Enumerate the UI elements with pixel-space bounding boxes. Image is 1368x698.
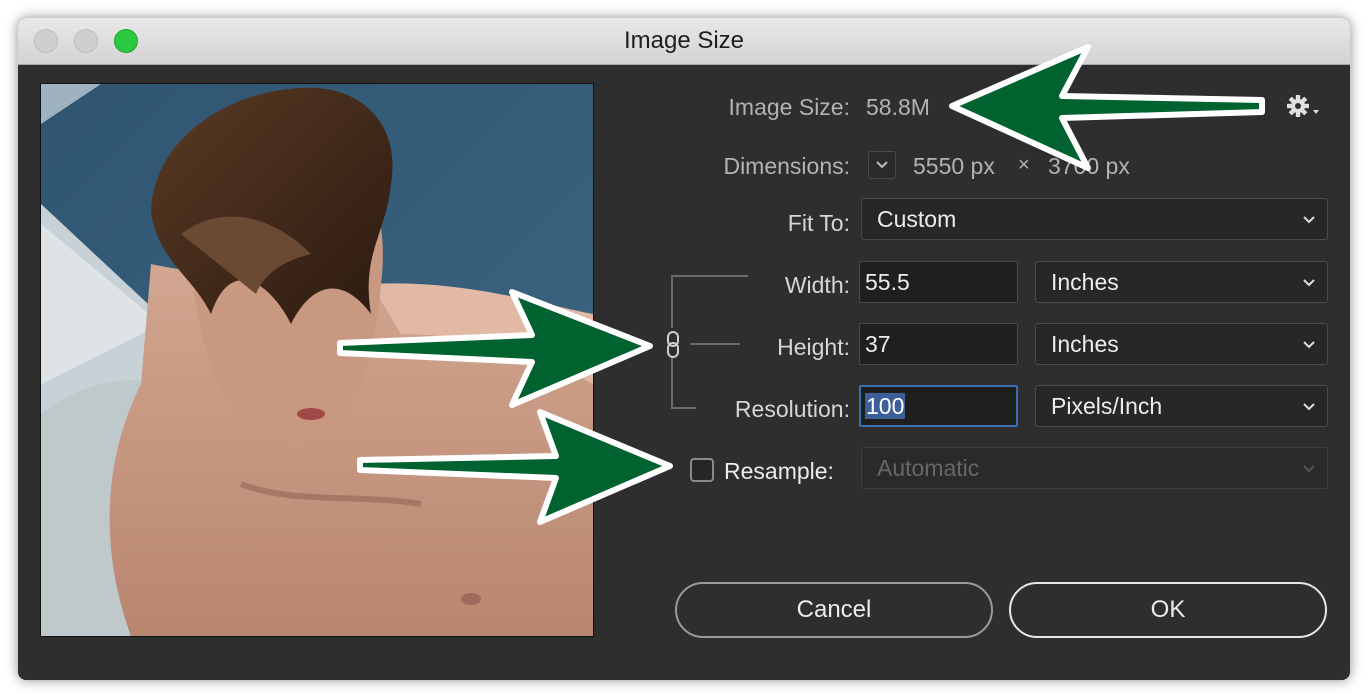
chevron-down-icon [1303,465,1315,473]
dimensions-times: × [1018,154,1030,176]
width-units-dropdown[interactable]: Inches [1035,261,1328,303]
image-preview[interactable] [40,83,594,637]
chevron-down-icon [1303,341,1315,349]
cancel-button[interactable]: Cancel [675,582,993,638]
window-title: Image Size [623,27,745,54]
width-label: Width: [784,272,850,298]
chevron-down-icon [1303,216,1315,224]
dimensions-width-value: 5550 px [913,153,995,179]
resolution-label: Resolution: [734,396,850,422]
resolution-units-selected: Pixels/Inch [1051,393,1163,419]
dimensions-height-value: 3700 px [1048,153,1130,179]
resolution-units-dropdown[interactable]: Pixels/Inch [1035,385,1328,427]
image-size-dialog: Image Size Image Size: 58.8M Dimensions:… [18,18,1350,680]
height-input[interactable]: 37 [859,323,1018,365]
height-label: Height: [777,334,850,360]
resample-method-dropdown[interactable]: Automatic [861,447,1328,489]
chevron-down-icon [876,161,888,169]
fit-to-selected: Custom [877,206,957,232]
chevron-down-icon [1303,279,1315,287]
chevron-down-icon [1303,403,1315,411]
ok-button[interactable]: OK [1009,582,1327,638]
dimensions-label: Dimensions: [723,153,850,179]
resolution-input[interactable]: 100 [859,385,1018,427]
resample-label: Resample: [724,458,834,484]
gear-icon[interactable] [1286,92,1320,122]
image-size-value: 58.8M [866,94,930,120]
fit-to-label: Fit To: [787,210,850,236]
fit-to-dropdown[interactable]: Custom [861,198,1328,240]
width-input[interactable]: 55.5 [859,261,1018,303]
resample-checkbox[interactable] [690,458,714,482]
dimensions-units-dropdown[interactable] [868,151,896,179]
height-units-dropdown[interactable]: Inches [1035,323,1328,365]
image-size-label: Image Size: [728,94,850,120]
resolution-value: 100 [865,393,906,419]
title-bar: Image Size [18,18,1350,65]
width-units-selected: Inches [1051,269,1119,295]
resample-method-selected: Automatic [877,455,980,481]
height-units-selected: Inches [1051,331,1119,357]
